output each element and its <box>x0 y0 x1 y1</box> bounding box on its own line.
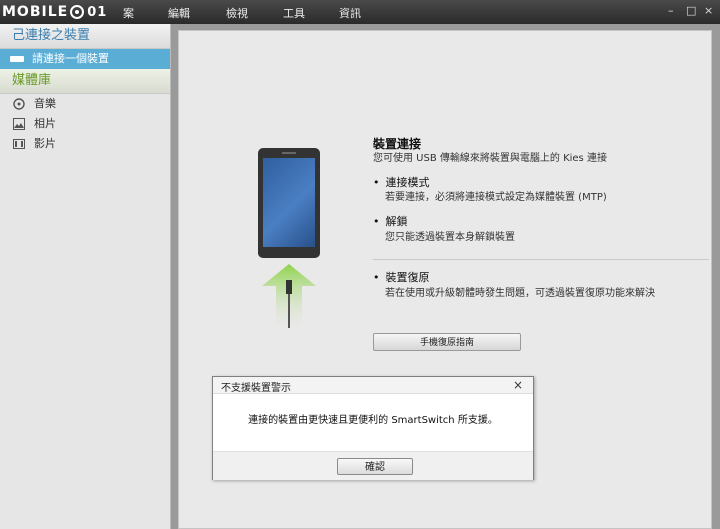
logo-text: MOBILE <box>2 4 69 20</box>
bullet-connection-mode-text: 若要連接，必須將連接模式設定為媒體裝置 (MTP) <box>385 192 607 203</box>
phone-recovery-guide-button[interactable]: 手機復原指南 <box>373 333 521 351</box>
sidebar: 己連接之裝置 請連接一個裝置 媒體庫 音樂 相片 影片 <box>0 24 171 529</box>
sidebar-item-label: 音樂 <box>34 97 56 110</box>
video-icon <box>12 137 26 151</box>
dialog-confirm-button[interactable]: 確認 <box>337 458 413 475</box>
close-window-button[interactable]: × <box>704 4 713 17</box>
bullet-device-recovery-text: 若在使用或升級韌體時發生問題，可透過裝置復原功能來解決 <box>385 288 655 299</box>
sidebar-item-label: 請連接一個裝置 <box>32 52 109 65</box>
sidebar-item-videos[interactable]: 影片 <box>0 134 170 154</box>
dialog-close-button[interactable]: × <box>513 378 523 392</box>
smartphone-illustration-icon <box>258 148 320 258</box>
photo-icon <box>12 117 26 131</box>
bullet-unlock-heading: 解鎖 <box>373 213 408 229</box>
bullet-device-recovery-heading: 裝置復原 <box>373 269 430 285</box>
logo-eye-icon <box>70 5 85 19</box>
sidebar-item-photos[interactable]: 相片 <box>0 114 170 134</box>
device-connection-description: 您可使用 USB 傳輸線來將裝置與電腦上的 Kies 連接 <box>373 153 607 164</box>
menu-view[interactable]: 檢視 <box>226 5 248 21</box>
menu-info[interactable]: 資訊 <box>339 5 361 21</box>
phone-speaker <box>282 152 296 154</box>
usb-connect-arrow-icon <box>262 264 316 328</box>
maximize-button[interactable]: □ <box>686 4 696 17</box>
title-menu-bar: MOBILE 01 案 編輯 檢視 工具 資訊 – □ × <box>0 0 720 24</box>
library-heading: 媒體庫 <box>0 69 170 94</box>
phone-screen <box>263 158 315 247</box>
sidebar-item-music[interactable]: 音樂 <box>0 94 170 114</box>
connected-devices-heading: 己連接之裝置 <box>0 24 170 49</box>
sidebar-item-label: 影片 <box>34 137 56 150</box>
dialog-title-bar: 不支援裝置警示 × <box>213 377 533 394</box>
unsupported-device-alert-dialog: 不支援裝置警示 × 連接的裝置由更快速且更便利的 SmartSwitch 所支援… <box>212 376 534 480</box>
logo-suffix: 01 <box>87 4 108 20</box>
usb-cable-icon <box>10 56 24 62</box>
mobile01-watermark-logo: MOBILE 01 <box>2 2 107 22</box>
music-disc-icon <box>12 97 26 111</box>
dialog-message: 連接的裝置由更快速且更便利的 SmartSwitch 所支援。 <box>248 415 498 426</box>
dialog-footer: 確認 <box>213 451 533 480</box>
bullet-unlock-text: 您只能透過裝置本身解鎖裝置 <box>385 232 515 243</box>
sidebar-item-connect-device[interactable]: 請連接一個裝置 <box>0 49 170 69</box>
menu-tools[interactable]: 工具 <box>283 5 305 21</box>
section-divider <box>373 259 709 260</box>
menu-edit[interactable]: 編輯 <box>168 5 190 21</box>
menu-file[interactable]: 案 <box>123 5 134 21</box>
sidebar-item-label: 相片 <box>34 117 56 130</box>
minimize-button[interactable]: – <box>668 4 674 17</box>
dialog-title: 不支援裝置警示 <box>221 383 291 394</box>
